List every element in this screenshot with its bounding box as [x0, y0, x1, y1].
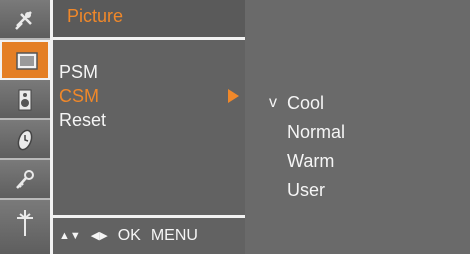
menu-item-psm[interactable]: PSM: [59, 60, 243, 84]
category-icon-strip: [0, 0, 50, 254]
menu-item-csm[interactable]: CSM: [59, 84, 243, 108]
key-icon[interactable]: [0, 160, 50, 200]
navigation-hint-bar: ▲▼ ◀▶ OK MENU: [53, 215, 245, 254]
menu-panel: Picture PSM CSM Reset ▲▼ ◀▶ OK MENU: [53, 0, 245, 254]
submenu-item-normal[interactable]: Normal: [287, 120, 345, 144]
submenu-arrow-icon: [228, 89, 239, 103]
left-right-arrows-icon: ◀▶: [90, 230, 108, 242]
menu-title-bar: Picture: [53, 0, 245, 40]
clock-icon[interactable]: [0, 120, 50, 160]
menu-item-label: PSM: [59, 62, 99, 82]
menu-item-label: Reset: [59, 110, 107, 130]
tv-osd-screen: Picture PSM CSM Reset ▲▼ ◀▶ OK MENU v Cool …: [0, 0, 470, 254]
navigation-hints: ▲▼ ◀▶ OK MENU: [59, 224, 208, 248]
check-mark-icon: v: [269, 94, 277, 111]
menu-item-reset[interactable]: Reset: [59, 108, 243, 132]
up-down-arrows-icon: ▲▼: [59, 230, 81, 242]
menu-item-label: CSM: [59, 86, 99, 106]
menu-title: Picture: [67, 6, 124, 26]
csm-submenu-panel: v Cool Normal Warm User: [245, 0, 470, 254]
menu-hint: MENU: [150, 227, 198, 244]
submenu-item-warm[interactable]: Warm: [287, 149, 334, 173]
satellite-icon[interactable]: [0, 0, 50, 40]
submenu-item-cool[interactable]: Cool: [287, 91, 324, 115]
audio-speaker-icon[interactable]: [0, 80, 50, 120]
input-antenna-icon[interactable]: [0, 200, 50, 254]
picture-icon[interactable]: [0, 40, 50, 80]
ok-hint: OK: [117, 227, 141, 244]
submenu-item-user[interactable]: User: [287, 178, 325, 202]
